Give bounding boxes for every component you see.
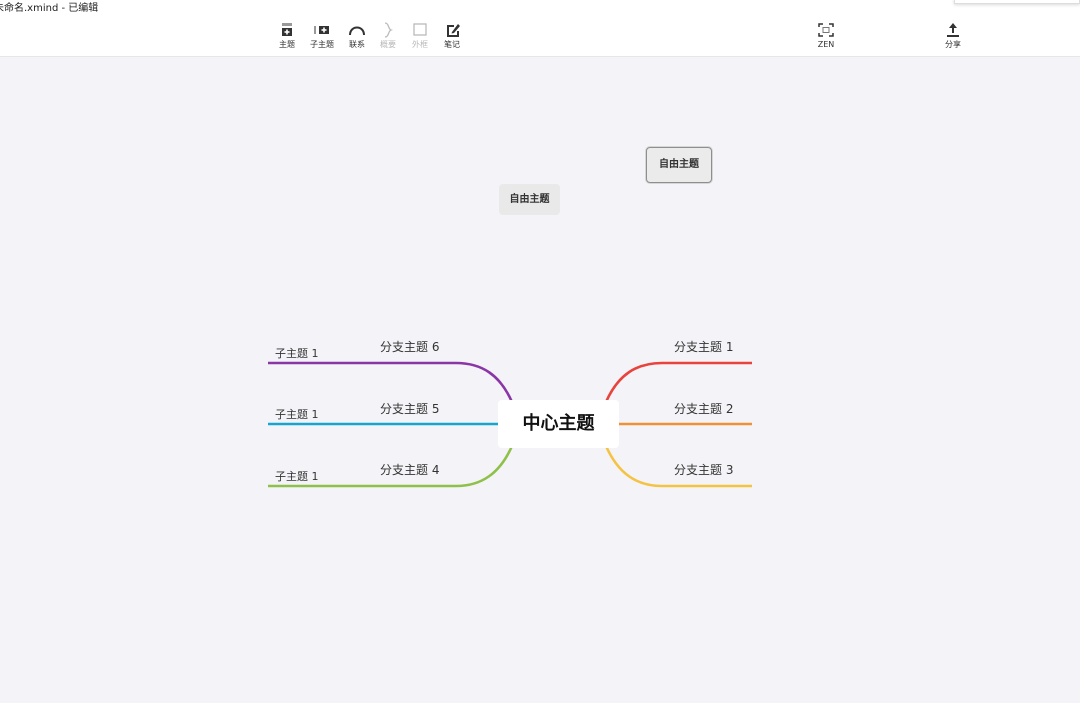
branch-topic-6[interactable]: 分支主题 6 [380,338,439,355]
subtopic-of-branch-5[interactable]: 子主题 1 [275,406,319,422]
branch-topic-5[interactable]: 分支主题 5 [380,400,439,417]
branch-topic-1[interactable]: 分支主题 1 [674,338,733,355]
branch-topic-4[interactable]: 分支主题 4 [380,461,439,478]
branch-1-connector [604,361,752,403]
branch-topic-2[interactable]: 分支主题 2 [674,400,733,417]
branch-6-connector [268,361,514,403]
central-topic[interactable]: 中心主题 [498,400,619,448]
branch-connectors [268,361,752,488]
subtopic-of-branch-6[interactable]: 子主题 1 [275,345,319,361]
floating-topic-selected[interactable]: 自由主题 [646,147,712,183]
floating-topic[interactable]: 自由主题 [499,184,560,215]
branch-topic-3[interactable]: 分支主题 3 [674,461,733,478]
subtopic-of-branch-4[interactable]: 子主题 1 [275,468,319,484]
